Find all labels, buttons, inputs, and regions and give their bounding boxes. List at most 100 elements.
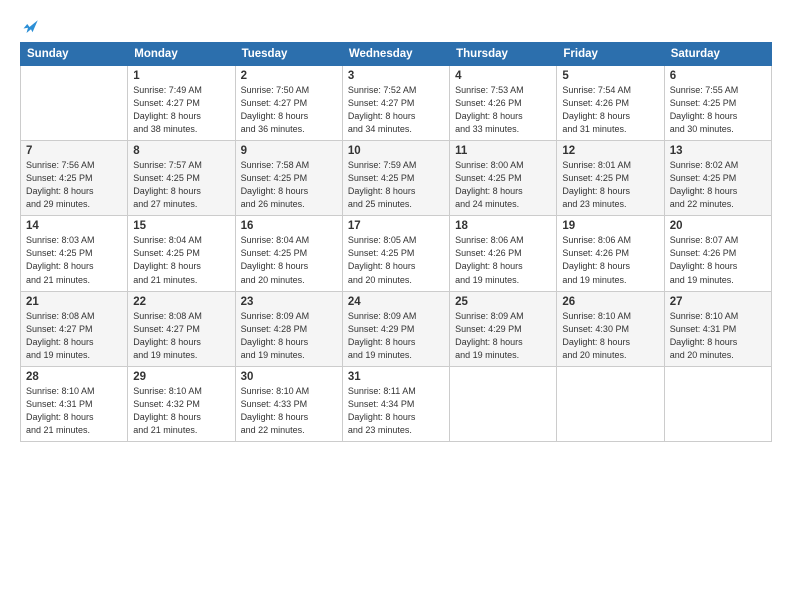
calendar-cell: 9 Sunrise: 7:58 AM Sunset: 4:25 PM Daylig… bbox=[235, 141, 342, 216]
day-info: Sunrise: 8:09 AM Sunset: 4:29 PM Dayligh… bbox=[455, 310, 551, 362]
calendar-cell: 17 Sunrise: 8:05 AM Sunset: 4:25 PM Dayli… bbox=[342, 216, 449, 291]
day-number: 21 bbox=[26, 296, 122, 308]
day-info: Sunrise: 8:07 AM Sunset: 4:26 PM Dayligh… bbox=[670, 234, 766, 286]
calendar-cell: 10 Sunrise: 7:59 AM Sunset: 4:25 PM Dayli… bbox=[342, 141, 449, 216]
day-info: Sunrise: 8:05 AM Sunset: 4:25 PM Dayligh… bbox=[348, 234, 444, 286]
calendar-week-row: 1 Sunrise: 7:49 AM Sunset: 4:27 PM Daylig… bbox=[21, 66, 772, 141]
day-info: Sunrise: 8:00 AM Sunset: 4:25 PM Dayligh… bbox=[455, 159, 551, 211]
day-info: Sunrise: 7:57 AM Sunset: 4:25 PM Dayligh… bbox=[133, 159, 229, 211]
calendar-cell: 7 Sunrise: 7:56 AM Sunset: 4:25 PM Daylig… bbox=[21, 141, 128, 216]
day-number: 31 bbox=[348, 371, 444, 383]
day-number: 4 bbox=[455, 70, 551, 82]
day-number: 6 bbox=[670, 70, 766, 82]
calendar-cell: 8 Sunrise: 7:57 AM Sunset: 4:25 PM Daylig… bbox=[128, 141, 235, 216]
calendar-cell: 24 Sunrise: 8:09 AM Sunset: 4:29 PM Dayli… bbox=[342, 291, 449, 366]
day-number: 10 bbox=[348, 145, 444, 157]
day-info: Sunrise: 7:53 AM Sunset: 4:26 PM Dayligh… bbox=[455, 84, 551, 136]
day-info: Sunrise: 8:10 AM Sunset: 4:32 PM Dayligh… bbox=[133, 385, 229, 437]
calendar-cell: 11Sunrise: 8:00 AM Sunset: 4:25 PM Dayli… bbox=[450, 141, 557, 216]
calendar-cell: 18 Sunrise: 8:06 AM Sunset: 4:26 PM Dayli… bbox=[450, 216, 557, 291]
calendar-day-header: Monday bbox=[128, 43, 235, 66]
day-number: 7 bbox=[26, 145, 122, 157]
calendar: SundayMondayTuesdayWednesdayThursdayFrid… bbox=[20, 42, 772, 442]
day-info: Sunrise: 7:54 AM Sunset: 4:26 PM Dayligh… bbox=[562, 84, 658, 136]
calendar-cell: 22 Sunrise: 8:08 AM Sunset: 4:27 PM Dayli… bbox=[128, 291, 235, 366]
calendar-cell: 6 Sunrise: 7:55 AM Sunset: 4:25 PM Daylig… bbox=[664, 66, 771, 141]
day-number: 19 bbox=[562, 220, 658, 232]
day-number: 28 bbox=[26, 371, 122, 383]
day-number: 9 bbox=[241, 145, 337, 157]
page: SundayMondayTuesdayWednesdayThursdayFrid… bbox=[0, 0, 792, 612]
day-info: Sunrise: 7:55 AM Sunset: 4:25 PM Dayligh… bbox=[670, 84, 766, 136]
day-info: Sunrise: 7:59 AM Sunset: 4:25 PM Dayligh… bbox=[348, 159, 444, 211]
calendar-cell: 26 Sunrise: 8:10 AM Sunset: 4:30 PM Dayli… bbox=[557, 291, 664, 366]
day-info: Sunrise: 8:04 AM Sunset: 4:25 PM Dayligh… bbox=[133, 234, 229, 286]
day-info: Sunrise: 7:56 AM Sunset: 4:25 PM Dayligh… bbox=[26, 159, 122, 211]
calendar-cell bbox=[664, 366, 771, 441]
calendar-cell bbox=[557, 366, 664, 441]
calendar-cell: 23 Sunrise: 8:09 AM Sunset: 4:28 PM Dayli… bbox=[235, 291, 342, 366]
day-info: Sunrise: 8:09 AM Sunset: 4:29 PM Dayligh… bbox=[348, 310, 444, 362]
calendar-cell: 16 Sunrise: 8:04 AM Sunset: 4:25 PM Dayli… bbox=[235, 216, 342, 291]
calendar-cell: 2 Sunrise: 7:50 AM Sunset: 4:27 PM Daylig… bbox=[235, 66, 342, 141]
day-number: 8 bbox=[133, 145, 229, 157]
day-number: 25 bbox=[455, 296, 551, 308]
day-info: Sunrise: 8:10 AM Sunset: 4:30 PM Dayligh… bbox=[562, 310, 658, 362]
day-info: Sunrise: 7:49 AM Sunset: 4:27 PM Dayligh… bbox=[133, 84, 229, 136]
calendar-day-header: Tuesday bbox=[235, 43, 342, 66]
day-info: Sunrise: 8:08 AM Sunset: 4:27 PM Dayligh… bbox=[133, 310, 229, 362]
day-number: 1 bbox=[133, 70, 229, 82]
day-number: 26 bbox=[562, 296, 658, 308]
day-number: 17 bbox=[348, 220, 444, 232]
day-info: Sunrise: 8:04 AM Sunset: 4:25 PM Dayligh… bbox=[241, 234, 337, 286]
calendar-cell bbox=[21, 66, 128, 141]
calendar-cell: 14 Sunrise: 8:03 AM Sunset: 4:25 PM Dayli… bbox=[21, 216, 128, 291]
day-number: 24 bbox=[348, 296, 444, 308]
day-info: Sunrise: 8:09 AM Sunset: 4:28 PM Dayligh… bbox=[241, 310, 337, 362]
day-info: Sunrise: 8:10 AM Sunset: 4:33 PM Dayligh… bbox=[241, 385, 337, 437]
day-info: Sunrise: 8:01 AM Sunset: 4:25 PM Dayligh… bbox=[562, 159, 658, 211]
calendar-cell: 21Sunrise: 8:08 AM Sunset: 4:27 PM Dayli… bbox=[21, 291, 128, 366]
day-number: 14 bbox=[26, 220, 122, 232]
calendar-day-header: Sunday bbox=[21, 43, 128, 66]
day-info: Sunrise: 8:03 AM Sunset: 4:25 PM Dayligh… bbox=[26, 234, 122, 286]
day-info: Sunrise: 7:50 AM Sunset: 4:27 PM Dayligh… bbox=[241, 84, 337, 136]
day-info: Sunrise: 7:52 AM Sunset: 4:27 PM Dayligh… bbox=[348, 84, 444, 136]
day-info: Sunrise: 7:58 AM Sunset: 4:25 PM Dayligh… bbox=[241, 159, 337, 211]
day-number: 22 bbox=[133, 296, 229, 308]
calendar-week-row: 14 Sunrise: 8:03 AM Sunset: 4:25 PM Dayli… bbox=[21, 216, 772, 291]
calendar-cell: 19 Sunrise: 8:06 AM Sunset: 4:26 PM Dayli… bbox=[557, 216, 664, 291]
day-number: 27 bbox=[670, 296, 766, 308]
calendar-day-header: Friday bbox=[557, 43, 664, 66]
calendar-header-row: SundayMondayTuesdayWednesdayThursdayFrid… bbox=[21, 43, 772, 66]
calendar-day-header: Wednesday bbox=[342, 43, 449, 66]
calendar-day-header: Thursday bbox=[450, 43, 557, 66]
day-info: Sunrise: 8:06 AM Sunset: 4:26 PM Dayligh… bbox=[455, 234, 551, 286]
calendar-cell: 31Sunrise: 8:11 AM Sunset: 4:34 PM Dayli… bbox=[342, 366, 449, 441]
calendar-day-header: Saturday bbox=[664, 43, 771, 66]
calendar-week-row: 21 Sunrise: 8:08 AM Sunset: 4:27 PM Dayli… bbox=[21, 291, 772, 366]
day-number: 5 bbox=[562, 70, 658, 82]
day-info: Sunrise: 8:02 AM Sunset: 4:25 PM Dayligh… bbox=[670, 159, 766, 211]
day-info: Sunrise: 8:10 AM Sunset: 4:31 PM Dayligh… bbox=[26, 385, 122, 437]
day-info: Sunrise: 8:06 AM Sunset: 4:26 PM Dayligh… bbox=[562, 234, 658, 286]
calendar-cell: 25 Sunrise: 8:09 AM Sunset: 4:29 PM Dayli… bbox=[450, 291, 557, 366]
day-number: 15 bbox=[133, 220, 229, 232]
day-number: 3 bbox=[348, 70, 444, 82]
day-number: 29 bbox=[133, 371, 229, 383]
logo bbox=[20, 18, 40, 32]
day-number: 23 bbox=[241, 296, 337, 308]
calendar-cell: 13Sunrise: 8:02 AM Sunset: 4:25 PM Dayli… bbox=[664, 141, 771, 216]
calendar-cell: 12Sunrise: 8:01 AM Sunset: 4:25 PM Dayli… bbox=[557, 141, 664, 216]
day-number: 20 bbox=[670, 220, 766, 232]
calendar-week-row: 7 Sunrise: 7:56 AM Sunset: 4:25 PM Daylig… bbox=[21, 141, 772, 216]
day-number: 18 bbox=[455, 220, 551, 232]
day-number: 16 bbox=[241, 220, 337, 232]
day-number: 30 bbox=[241, 371, 337, 383]
calendar-cell: 3 Sunrise: 7:52 AM Sunset: 4:27 PM Daylig… bbox=[342, 66, 449, 141]
calendar-cell: 5 Sunrise: 7:54 AM Sunset: 4:26 PM Daylig… bbox=[557, 66, 664, 141]
calendar-cell: 20 Sunrise: 8:07 AM Sunset: 4:26 PM Dayli… bbox=[664, 216, 771, 291]
calendar-cell: 30 Sunrise: 8:10 AM Sunset: 4:33 PM Dayli… bbox=[235, 366, 342, 441]
calendar-cell: 4 Sunrise: 7:53 AM Sunset: 4:26 PM Daylig… bbox=[450, 66, 557, 141]
day-number: 2 bbox=[241, 70, 337, 82]
